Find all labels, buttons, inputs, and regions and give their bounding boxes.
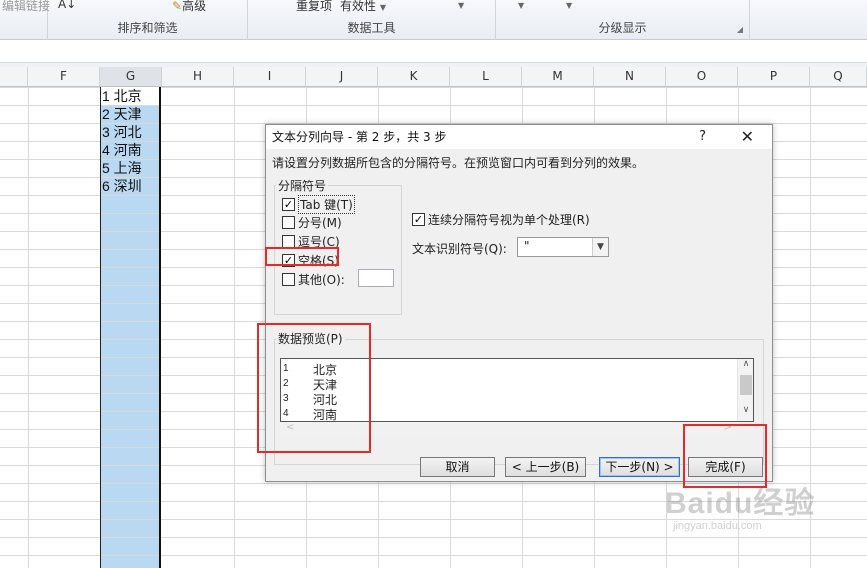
preview-legend: 数据预览(P) (276, 330, 345, 347)
column-header-l[interactable]: L (450, 67, 522, 87)
cell-g5[interactable]: 5 上海 (101, 159, 159, 177)
ribbon-group-outline: ▼ ▼ 分级显示 ◢ (496, 0, 750, 40)
chevron-down-icon: ▼ (518, 1, 525, 10)
tab-checkbox[interactable]: ✓ Tab 键(T) (282, 195, 355, 214)
remove-duplicates-button[interactable]: 重复项 (296, 0, 332, 14)
column-header-n[interactable]: N (594, 67, 666, 87)
semicolon-checkbox[interactable]: 分号(M) (282, 214, 342, 231)
column-header-g[interactable]: G (100, 67, 162, 87)
dialog-launcher-icon[interactable]: ◢ (737, 25, 743, 34)
scrollbar-thumb[interactable] (740, 375, 752, 395)
column-header-j[interactable]: J (306, 67, 378, 87)
data-validation-button[interactable]: 有效性 ▼ (340, 0, 386, 14)
data-preview-pane[interactable]: 1 北京 2 天津 3 河北 4 河南 ∧ ∨ (280, 358, 754, 422)
group-label-outline: 分级显示 (598, 21, 647, 35)
back-button[interactable]: < 上一步(B) (505, 457, 586, 477)
checkbox-box (282, 216, 295, 229)
tab-label: Tab 键(T) (298, 195, 355, 214)
excel-window: 编辑链接 A↓ ✎高级 排序和筛选 重复项 有效性 ▼ ▼ 数据工具 ▼ ▼ 分… (0, 0, 867, 568)
select-all-corner[interactable] (0, 67, 28, 87)
preview-row-number: 4 (283, 408, 289, 419)
group-dropdown[interactable]: ▼ (518, 0, 524, 11)
preview-row-number: 3 (283, 393, 289, 404)
help-icon[interactable]: ? (699, 125, 706, 149)
preview-horizontal-scrollbar[interactable]: < > (280, 422, 738, 436)
consecutive-label: 连续分隔符号视为单个处理(R) (428, 213, 590, 227)
comma-label: 逗号(C) (298, 235, 340, 249)
delimiters-legend: 分隔符号 (276, 177, 329, 194)
group-label-data-tools: 数据工具 (347, 21, 396, 35)
validity-label: 有效性 (340, 0, 377, 13)
text-qualifier-select[interactable]: " ▼ (517, 237, 609, 257)
advanced-filter-button[interactable]: ✎高级 (172, 0, 206, 14)
edit-links-button[interactable]: 编辑链接 (2, 0, 50, 14)
semicolon-label: 分号(M) (298, 216, 342, 230)
chevron-down-icon: ▼ (566, 1, 573, 10)
preview-vertical-scrollbar[interactable]: ∧ ∨ (737, 359, 753, 421)
scroll-up-icon[interactable]: ∧ (738, 359, 754, 369)
ungroup-dropdown[interactable]: ▼ (566, 0, 572, 11)
checkbox-box (282, 235, 295, 248)
checkmark-icon: ✓ (282, 254, 295, 267)
column-header-q[interactable]: Q (810, 67, 867, 87)
group-label-sort: 排序和筛选 (117, 21, 178, 35)
checkbox-box (282, 273, 295, 286)
chevron-down-icon: ▼ (379, 3, 386, 12)
watermark-brand: Baidu经验 (665, 487, 816, 520)
preview-row-number: 2 (283, 378, 289, 389)
column-header-k[interactable]: K (378, 67, 450, 87)
column-header-o[interactable]: O (666, 67, 738, 87)
cell-g1[interactable]: 1 北京 (101, 87, 159, 105)
preview-row-value: 河南 (313, 408, 338, 422)
gridline (28, 87, 29, 568)
text-to-columns-dialog: 文本分列向导 - 第 2 步，共 3 步 ? ✕ 请设置分列数据所包含的分隔符号… (265, 124, 773, 482)
cell-g2[interactable]: 2 天津 (101, 105, 159, 123)
next-button[interactable]: 下一步(N) > (599, 457, 680, 477)
scroll-right-icon[interactable]: > (724, 422, 732, 433)
data-tools-dropdown[interactable]: ▼ (458, 0, 464, 11)
space-label: 空格(S) (298, 254, 339, 268)
cell-g6[interactable]: 6 深圳 (101, 177, 159, 195)
column-header-i[interactable]: I (234, 67, 306, 87)
dialog-title: 文本分列向导 - 第 2 步，共 3 步 (272, 130, 447, 144)
instruction-text: 请设置分列数据所包含的分隔符号。在预览窗口内可看到分列的效果。 (272, 156, 645, 170)
text-qualifier-label: 文本识别符号(Q): (412, 242, 507, 256)
chevron-down-icon[interactable]: ▼ (592, 238, 608, 256)
ribbon-group-data-tools: 重复项 有效性 ▼ ▼ 数据工具 (248, 0, 496, 40)
ribbon: 编辑链接 A↓ ✎高级 排序和筛选 重复项 有效性 ▼ ▼ 数据工具 ▼ ▼ 分… (0, 0, 867, 40)
gridline (234, 87, 235, 568)
preview-row-number: 1 (283, 363, 289, 374)
chevron-down-icon: ▼ (458, 1, 465, 10)
cell-g3[interactable]: 3 河北 (101, 123, 159, 141)
other-checkbox[interactable]: 其他(O): (282, 271, 345, 288)
close-icon[interactable]: ✕ (741, 125, 754, 149)
filter-pencil-icon: ✎ (172, 0, 183, 13)
other-label: 其他(O): (298, 273, 345, 287)
column-header-f[interactable]: F (28, 67, 100, 87)
text-qualifier-value: " (524, 239, 530, 253)
advanced-label: 高级 (182, 0, 207, 13)
cancel-button[interactable]: 取消 (420, 457, 495, 477)
other-delimiter-input[interactable] (358, 269, 394, 287)
column-header-h[interactable]: H (162, 67, 234, 87)
formula-bar[interactable] (0, 41, 867, 63)
checkmark-icon: ✓ (282, 198, 295, 211)
column-header-m[interactable]: M (522, 67, 594, 87)
finish-button[interactable]: 完成(F) (688, 457, 763, 477)
baidu-watermark: Baidu经验 jingyan.baidu.com (665, 478, 815, 532)
comma-checkbox[interactable]: 逗号(C) (282, 233, 340, 250)
consecutive-delimiters-checkbox[interactable]: ✓ 连续分隔符号视为单个处理(R) (412, 211, 590, 228)
checkmark-icon: ✓ (412, 213, 425, 226)
space-checkbox[interactable]: ✓ 空格(S) (282, 252, 339, 269)
ribbon-group-sort-filter: A↓ ✎高级 排序和筛选 (48, 0, 248, 40)
sort-az-button[interactable]: A↓ (58, 0, 76, 11)
cell-g4[interactable]: 4 河南 (101, 141, 159, 159)
column-header-p[interactable]: P (738, 67, 810, 87)
selected-column-g[interactable]: 1 北京 2 天津 3 河北 4 河南 5 上海 6 深圳 (100, 87, 161, 568)
scroll-left-icon[interactable]: < (286, 422, 294, 433)
scroll-down-icon[interactable]: ∨ (738, 405, 754, 415)
ribbon-group-connections: 编辑链接 (0, 0, 50, 40)
